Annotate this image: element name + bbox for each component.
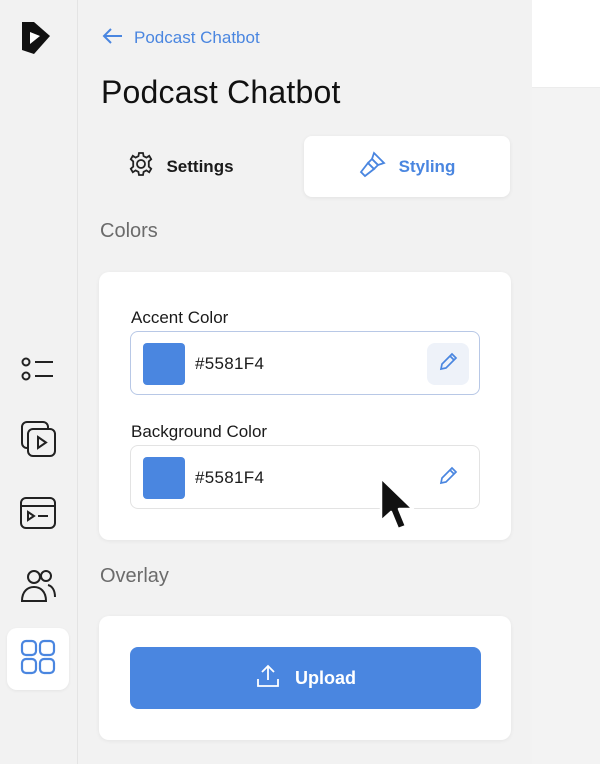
app-logo[interactable] — [14, 16, 58, 60]
accent-color-picker-button[interactable] — [427, 343, 469, 385]
rail-item-list[interactable] — [7, 340, 69, 402]
users-icon — [18, 565, 58, 610]
rail-item-player[interactable] — [7, 484, 69, 546]
accent-color-field[interactable]: #5581F4 — [130, 331, 480, 395]
accent-color-swatch[interactable] — [143, 343, 185, 385]
overlay-card: Upload — [99, 616, 511, 740]
rail-item-users[interactable] — [7, 556, 69, 618]
content-area — [532, 0, 600, 764]
background-color-value[interactable]: #5581F4 — [195, 446, 264, 510]
icon-rail — [0, 0, 78, 764]
eyedropper-icon — [438, 466, 458, 491]
styling-panel: Podcast Chatbot Podcast Chatbot Settings… — [78, 0, 532, 764]
rail-item-grid[interactable] — [7, 628, 69, 690]
video-library-icon — [17, 418, 59, 465]
background-color-picker-button[interactable] — [427, 457, 469, 499]
upload-button[interactable]: Upload — [130, 647, 481, 709]
background-color-label: Background Color — [131, 422, 268, 441]
back-link[interactable]: Podcast Chatbot — [102, 26, 260, 50]
paintbrush-icon — [359, 150, 387, 183]
accent-color-label: Accent Color — [131, 308, 229, 327]
rail-item-videos[interactable] — [7, 410, 69, 472]
tab-styling[interactable]: Styling — [304, 136, 510, 197]
player-window-icon — [18, 495, 58, 536]
colors-section-title: Colors — [100, 220, 158, 242]
eyedropper-icon — [438, 352, 458, 377]
tab-settings[interactable]: Settings — [78, 136, 284, 197]
grid-icon — [18, 637, 58, 682]
background-color-field[interactable]: #5581F4 — [130, 445, 480, 509]
upload-icon — [255, 663, 281, 694]
colors-card: Accent Color #5581F4 Background Color #5… — [99, 272, 511, 540]
arrow-left-icon — [102, 27, 124, 49]
tab-settings-label: Settings — [166, 156, 234, 176]
list-icon — [19, 352, 57, 391]
gear-icon — [128, 151, 154, 182]
mouse-cursor-icon — [378, 475, 418, 539]
tab-styling-label: Styling — [398, 156, 456, 176]
content-header — [532, 0, 600, 88]
accent-color-value[interactable]: #5581F4 — [195, 332, 264, 396]
upload-button-label: Upload — [295, 667, 356, 688]
page-title: Podcast Chatbot — [101, 74, 341, 110]
overlay-section-title: Overlay — [100, 565, 169, 587]
back-link-label: Podcast Chatbot — [134, 28, 260, 47]
background-color-swatch[interactable] — [143, 457, 185, 499]
